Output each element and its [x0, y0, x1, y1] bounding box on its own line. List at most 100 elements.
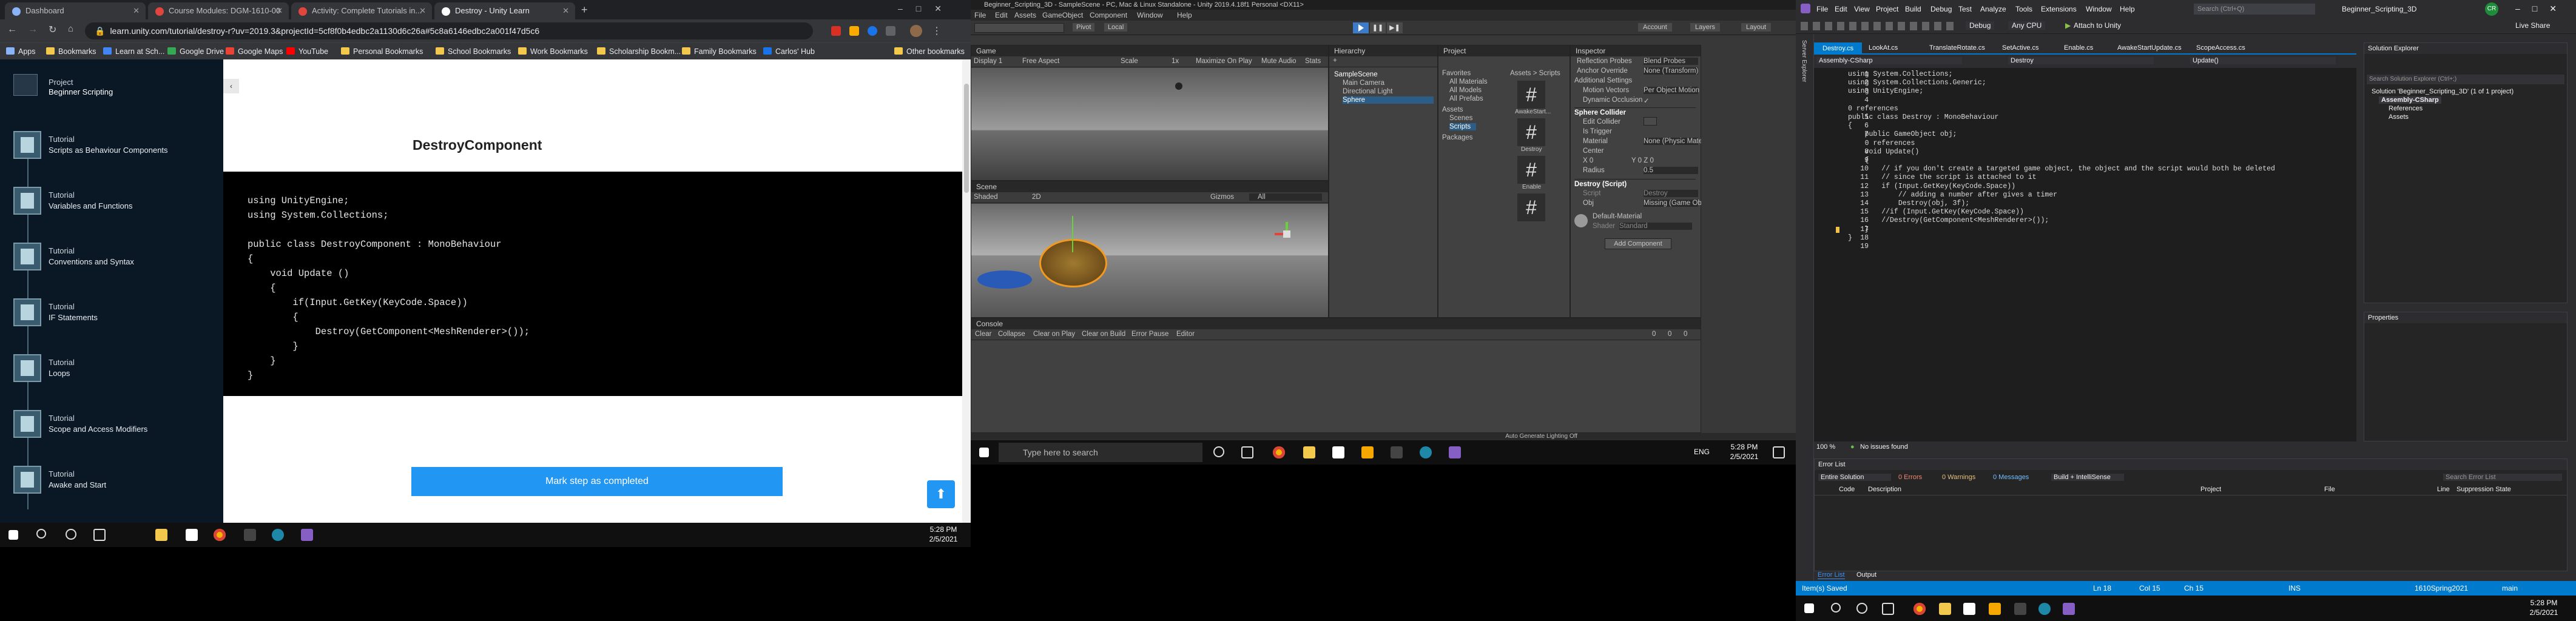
step-item[interactable]: Tutorial Awake and Start	[13, 466, 214, 502]
bookmark-apps[interactable]: Apps	[6, 46, 36, 57]
clock-time[interactable]: 5:28 PM	[922, 525, 965, 534]
home-icon[interactable]: ⌂	[68, 24, 73, 34]
destroy-script-header[interactable]: Destroy (Script)	[1574, 179, 1696, 188]
create-button[interactable]: +	[1333, 57, 1337, 64]
menu-test[interactable]: Test	[1958, 5, 1972, 13]
doc-tab[interactable]: ScopeAccess.cs	[2196, 44, 2245, 52]
menu-window[interactable]: Window	[1137, 10, 1163, 21]
error-pause-button[interactable]: Error Pause	[1131, 331, 1168, 338]
chrome-icon[interactable]	[214, 529, 226, 541]
extension-icon[interactable]	[849, 26, 859, 36]
radius-field[interactable]: 0.5	[1644, 167, 1698, 174]
visual-studio-icon[interactable]	[301, 529, 313, 541]
class-dropdown[interactable]: Destroy	[2008, 57, 2154, 64]
bookmark-item[interactable]: Google Maps	[226, 46, 283, 57]
user-avatar[interactable]: CR	[2485, 2, 2498, 16]
unity-icon[interactable]	[1420, 446, 1432, 458]
hierarchy-item[interactable]: Main Camera	[1343, 79, 1384, 87]
tab-activity[interactable]: Activity: Complete Tutorials in... ✕	[291, 2, 432, 19]
windows-start-icon[interactable]	[979, 448, 989, 457]
project-name[interactable]: Beginner Scripting	[49, 87, 113, 96]
center-x-field[interactable]: X 0	[1583, 157, 1593, 164]
dynamic-occlusion-checkbox[interactable]: ✓	[1644, 96, 1650, 105]
security-icon[interactable]	[186, 529, 198, 541]
tab-project[interactable]: Project	[1438, 45, 1570, 56]
zoom-dropdown[interactable]: 100 %	[1816, 441, 1835, 452]
menu-file[interactable]: File	[974, 10, 986, 21]
step-item[interactable]: Tutorial Loops	[13, 354, 214, 391]
vs-search-input[interactable]: Search (Ctrl+Q)	[2194, 4, 2315, 15]
game-viewport[interactable]	[971, 68, 1328, 180]
sphere-selected[interactable]	[1039, 239, 1107, 287]
material-header[interactable]: Default-Material	[1593, 213, 1642, 220]
step-item[interactable]: Tutorial Scripts as Behaviour Components	[13, 131, 214, 167]
step-button[interactable]: ▶❚	[1387, 22, 1403, 33]
unity-hub-icon[interactable]	[1391, 446, 1403, 458]
motion-vectors-dropdown[interactable]: Per Object Motion	[1644, 87, 1699, 94]
code-text[interactable]: using System.Collections; using System.C…	[1848, 70, 2275, 243]
errors-filter[interactable]: 0 Errors	[1898, 474, 1922, 481]
extension-icons[interactable]: ⋮	[831, 25, 953, 37]
unity-hub-icon[interactable]	[2014, 603, 2026, 615]
step-item[interactable]: Tutorial Scope and Access Modifiers	[13, 410, 214, 446]
pivot-toggle[interactable]: Pivot	[1073, 23, 1095, 32]
clock-date[interactable]: 2/5/2021	[2523, 608, 2565, 617]
security-icon[interactable]	[1963, 603, 1975, 615]
favorite-item[interactable]: All Materials	[1449, 78, 1488, 86]
warnings-filter[interactable]: 0 Warnings	[1942, 474, 1975, 481]
project-dropdown[interactable]: Assembly-CSharp	[1816, 57, 1962, 64]
collapse-button[interactable]: Collapse	[998, 331, 1025, 338]
security-icon[interactable]	[1332, 446, 1344, 458]
taskbar-search-input[interactable]: Type here to search	[999, 443, 1202, 462]
doc-tab[interactable]: TranslateRotate.cs	[1929, 44, 1985, 52]
scrollbar[interactable]	[962, 59, 971, 523]
doc-tab[interactable]: SetActive.cs	[2002, 44, 2039, 52]
mute-audio[interactable]: Mute Audio	[1261, 58, 1296, 65]
doc-tab[interactable]: LookAt.cs	[1869, 44, 1898, 52]
menu-debug[interactable]: Debug	[1930, 5, 1952, 13]
build-filter-dropdown[interactable]: Build + IntelliSense	[2051, 474, 2124, 481]
editor-dropdown[interactable]: Editor	[1176, 331, 1195, 338]
pause-button[interactable]: ❚❚	[1370, 22, 1386, 33]
bookmark-item[interactable]: Family Bookmarks	[682, 46, 757, 57]
file-explorer-icon[interactable]	[1303, 446, 1315, 458]
account-dropdown[interactable]: Account	[1638, 23, 1672, 32]
scene-viewport[interactable]	[971, 204, 1328, 317]
step-item[interactable]: Tutorial IF Statements	[13, 298, 214, 335]
hierarchy-item-selected[interactable]: Sphere	[1343, 96, 1434, 104]
layout-dropdown[interactable]: Layout	[1741, 23, 1772, 32]
obj-field[interactable]: Missing (Game Object)	[1644, 200, 1715, 207]
edit-collider-button[interactable]	[1644, 117, 1657, 126]
unity-hub-icon[interactable]	[244, 529, 256, 541]
tab-console[interactable]: Console	[971, 318, 1701, 329]
live-share-button[interactable]: Live Share	[2515, 21, 2550, 30]
windows-start-icon[interactable]	[8, 530, 18, 540]
script-icon[interactable]: #	[1517, 156, 1545, 184]
file-explorer-icon[interactable]	[155, 529, 167, 541]
bookmark-item[interactable]: Learn at Sch...	[103, 46, 164, 57]
sticky-notes-icon[interactable]	[1361, 446, 1374, 458]
stats-toggle[interactable]: Stats	[1305, 58, 1321, 65]
shader-dropdown[interactable]: Standard	[1619, 223, 1692, 230]
clear-on-play-button[interactable]: Clear on Play	[1033, 331, 1075, 338]
gizmo-y-axis[interactable]	[1072, 216, 1073, 252]
lightbulb-icon[interactable]	[1836, 227, 1839, 233]
clock-date[interactable]: 2/5/2021	[922, 535, 965, 543]
display-dropdown[interactable]: Display 1	[974, 58, 1002, 65]
center-yz-field[interactable]: Y 0 Z 0	[1631, 157, 1654, 164]
status-column[interactable]: Col 15	[2139, 581, 2160, 596]
task-view-icon[interactable]	[1241, 446, 1253, 458]
tab-game[interactable]: Game	[971, 45, 1328, 56]
error-count[interactable]: 0	[1684, 331, 1687, 338]
error-search-input[interactable]: Search Error List	[2443, 474, 2562, 481]
scope-dropdown[interactable]: Entire Solution	[1818, 474, 1891, 481]
tab-error-list[interactable]: Error List	[1818, 571, 1845, 579]
scenes-folder[interactable]: Scenes	[1449, 115, 1472, 122]
address-bar[interactable]: 🔒 learn.unity.com/tutorial/destroy-r?uv=2…	[85, 22, 813, 39]
hierarchy-item-scene[interactable]: SampleScene	[1334, 71, 1378, 78]
script-icon[interactable]: #	[1517, 118, 1545, 146]
close-tab-icon[interactable]: ✕	[133, 2, 140, 19]
favorite-item[interactable]: All Models	[1449, 87, 1482, 94]
extension-icon[interactable]	[886, 26, 895, 36]
scene-search-input[interactable]: All	[1249, 193, 1322, 201]
